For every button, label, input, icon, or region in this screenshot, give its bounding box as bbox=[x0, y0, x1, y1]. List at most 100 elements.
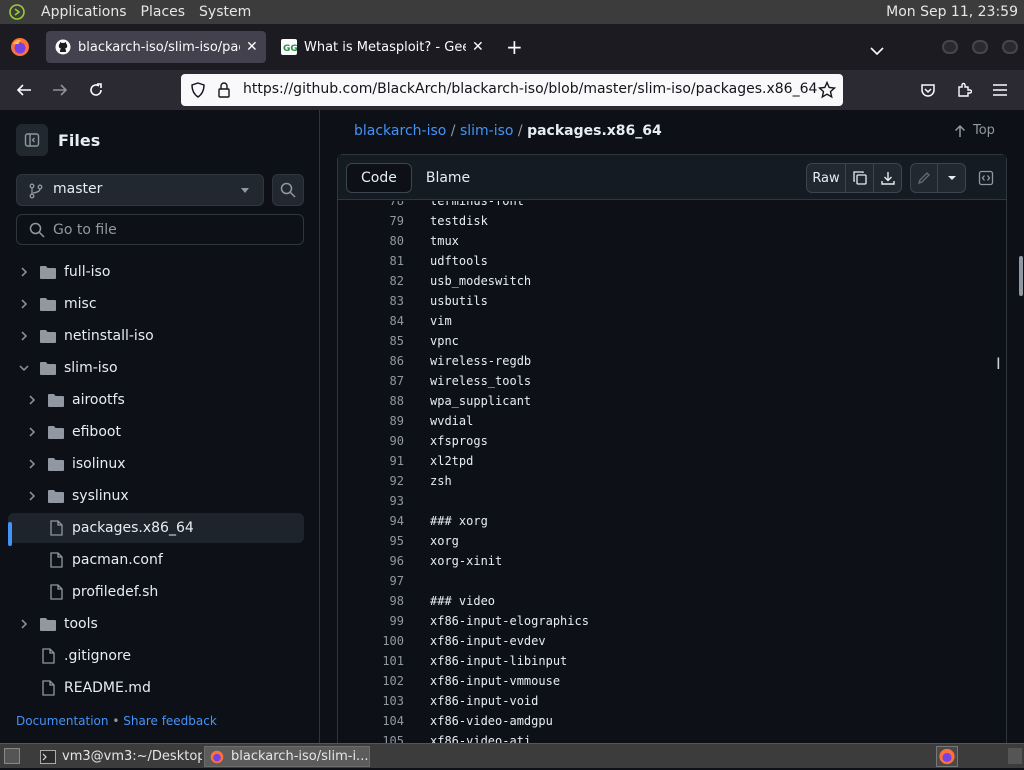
go-to-file-field[interactable] bbox=[16, 214, 304, 245]
lock-icon[interactable] bbox=[217, 82, 231, 102]
breadcrumb-dir-link[interactable]: slim-iso bbox=[460, 123, 514, 139]
symbols-panel-icon[interactable] bbox=[972, 163, 1000, 193]
line-number[interactable]: 97 bbox=[338, 574, 404, 588]
pocket-icon[interactable] bbox=[918, 80, 938, 100]
tree-folder-isolinux[interactable]: isolinux bbox=[8, 449, 304, 479]
line-number[interactable]: 86 bbox=[338, 354, 404, 368]
list-all-tabs-icon[interactable] bbox=[870, 41, 884, 60]
line-number[interactable]: 78 bbox=[338, 201, 404, 208]
line-number[interactable]: 102 bbox=[338, 674, 404, 688]
show-desktop-icon[interactable] bbox=[4, 748, 20, 764]
hamburger-menu-icon[interactable] bbox=[990, 80, 1010, 100]
breadcrumb-repo-link[interactable]: blackarch-iso bbox=[354, 123, 446, 139]
download-icon[interactable] bbox=[874, 163, 902, 193]
share-feedback-link[interactable]: Share feedback bbox=[123, 714, 217, 728]
line-number[interactable]: 99 bbox=[338, 614, 404, 628]
tracking-protection-icon[interactable] bbox=[190, 82, 206, 102]
chevron-right-icon[interactable] bbox=[16, 264, 32, 280]
raw-button[interactable]: Raw bbox=[806, 163, 846, 193]
tab-geeksforgeeks[interactable]: GG What is Metasploit? - GeeksforGeeks ✕ bbox=[272, 31, 490, 63]
tree-file-packages-x86-64[interactable]: packages.x86_64 bbox=[8, 513, 304, 543]
tray-firefox-icon[interactable] bbox=[936, 746, 958, 767]
line-number[interactable]: 90 bbox=[338, 434, 404, 448]
tree-file--gitignore[interactable]: .gitignore bbox=[8, 641, 304, 671]
go-to-file-input[interactable] bbox=[53, 220, 293, 240]
collapse-sidebar-icon[interactable] bbox=[16, 124, 48, 156]
distro-logo-icon[interactable] bbox=[7, 3, 27, 21]
line-number[interactable]: 82 bbox=[338, 274, 404, 288]
taskbar-firefox[interactable]: blackarch-iso/slim-i... bbox=[204, 746, 370, 767]
line-number[interactable]: 85 bbox=[338, 334, 404, 348]
tree-folder-slim-iso[interactable]: slim-iso bbox=[8, 353, 304, 383]
edit-options-chevron-icon[interactable] bbox=[938, 163, 966, 193]
close-window-icon[interactable] bbox=[1002, 40, 1018, 54]
tab-github[interactable]: blackarch-iso/slim-iso/packages.x86_64 a… bbox=[46, 31, 266, 63]
tree-file-readme-md[interactable]: README.md bbox=[8, 673, 304, 703]
line-number[interactable]: 103 bbox=[338, 694, 404, 708]
line-number[interactable]: 81 bbox=[338, 254, 404, 268]
tree-folder-full-iso[interactable]: full-iso bbox=[8, 257, 304, 287]
reload-icon[interactable] bbox=[86, 80, 106, 100]
extensions-icon[interactable] bbox=[954, 80, 974, 100]
tree-file-pacman-conf[interactable]: pacman.conf bbox=[8, 545, 304, 575]
line-number[interactable]: 93 bbox=[338, 494, 404, 508]
line-number[interactable]: 101 bbox=[338, 654, 404, 668]
chevron-right-icon[interactable] bbox=[16, 296, 32, 312]
line-number[interactable]: 89 bbox=[338, 414, 404, 428]
line-number[interactable]: 79 bbox=[338, 214, 404, 228]
line-number[interactable]: 87 bbox=[338, 374, 404, 388]
clock[interactable]: Mon Sep 11, 23:59 bbox=[886, 4, 1018, 20]
new-tab-icon[interactable]: + bbox=[506, 37, 523, 57]
edit-pencil-icon[interactable] bbox=[910, 163, 938, 193]
line-number[interactable]: 104 bbox=[338, 714, 404, 728]
menu-places[interactable]: Places bbox=[141, 4, 186, 20]
chevron-right-icon[interactable] bbox=[16, 328, 32, 344]
bookmark-star-icon[interactable] bbox=[817, 80, 837, 103]
line-number[interactable]: 88 bbox=[338, 394, 404, 408]
chevron-down-icon[interactable] bbox=[16, 360, 32, 376]
taskbar-terminal[interactable]: vm3@vm3:~/Desktop bbox=[36, 746, 202, 767]
tree-folder-efiboot[interactable]: efiboot bbox=[8, 417, 304, 447]
trash-icon[interactable] bbox=[1008, 748, 1022, 764]
tree-folder-syslinux[interactable]: syslinux bbox=[8, 481, 304, 511]
chevron-right-icon[interactable] bbox=[24, 392, 40, 408]
tree-folder-airootfs[interactable]: airootfs bbox=[8, 385, 304, 415]
forward-icon[interactable] bbox=[50, 80, 70, 100]
documentation-link[interactable]: Documentation bbox=[16, 714, 109, 728]
scrollbar-thumb[interactable] bbox=[1019, 256, 1023, 296]
line-number[interactable]: 83 bbox=[338, 294, 404, 308]
line-number[interactable]: 91 bbox=[338, 454, 404, 468]
close-tab-icon[interactable]: ✕ bbox=[472, 39, 484, 55]
line-number[interactable]: 96 bbox=[338, 554, 404, 568]
line-number[interactable]: 95 bbox=[338, 534, 404, 548]
branch-selector[interactable]: master bbox=[16, 174, 264, 206]
close-tab-icon[interactable]: ✕ bbox=[246, 39, 258, 55]
code-view[interactable]: 78 terminus-font 79 testdisk 80 tmux 81 udftool… bbox=[338, 201, 1006, 753]
tree-file-profiledef-sh[interactable]: profiledef.sh bbox=[8, 577, 304, 607]
tree-folder-tools[interactable]: tools bbox=[8, 609, 304, 639]
line-number[interactable]: 80 bbox=[338, 234, 404, 248]
menu-applications[interactable]: Applications bbox=[41, 4, 127, 20]
url-bar[interactable]: https://github.com/BlackArch/blackarch-i… bbox=[181, 74, 843, 106]
back-to-top-button[interactable]: Top bbox=[953, 123, 995, 138]
copy-icon[interactable] bbox=[846, 163, 874, 193]
firefox-menu-icon[interactable] bbox=[10, 37, 30, 57]
chevron-right-icon[interactable] bbox=[24, 488, 40, 504]
url-text[interactable]: https://github.com/BlackArch/blackarch-i… bbox=[243, 81, 817, 97]
line-number[interactable]: 98 bbox=[338, 594, 404, 608]
line-number[interactable]: 94 bbox=[338, 514, 404, 528]
chevron-right-icon[interactable] bbox=[24, 456, 40, 472]
code-tab[interactable]: Code bbox=[346, 163, 412, 193]
line-number[interactable]: 84 bbox=[338, 314, 404, 328]
search-button[interactable] bbox=[272, 174, 304, 206]
line-number[interactable]: 100 bbox=[338, 634, 404, 648]
chevron-right-icon[interactable] bbox=[24, 424, 40, 440]
line-number[interactable]: 92 bbox=[338, 474, 404, 488]
minimize-window-icon[interactable] bbox=[942, 40, 958, 54]
menu-system[interactable]: System bbox=[199, 4, 251, 20]
chevron-right-icon[interactable] bbox=[16, 616, 32, 632]
blame-tab[interactable]: Blame bbox=[412, 163, 484, 193]
tree-folder-netinstall-iso[interactable]: netinstall-iso bbox=[8, 321, 304, 351]
tree-folder-misc[interactable]: misc bbox=[8, 289, 304, 319]
back-icon[interactable] bbox=[14, 80, 34, 100]
